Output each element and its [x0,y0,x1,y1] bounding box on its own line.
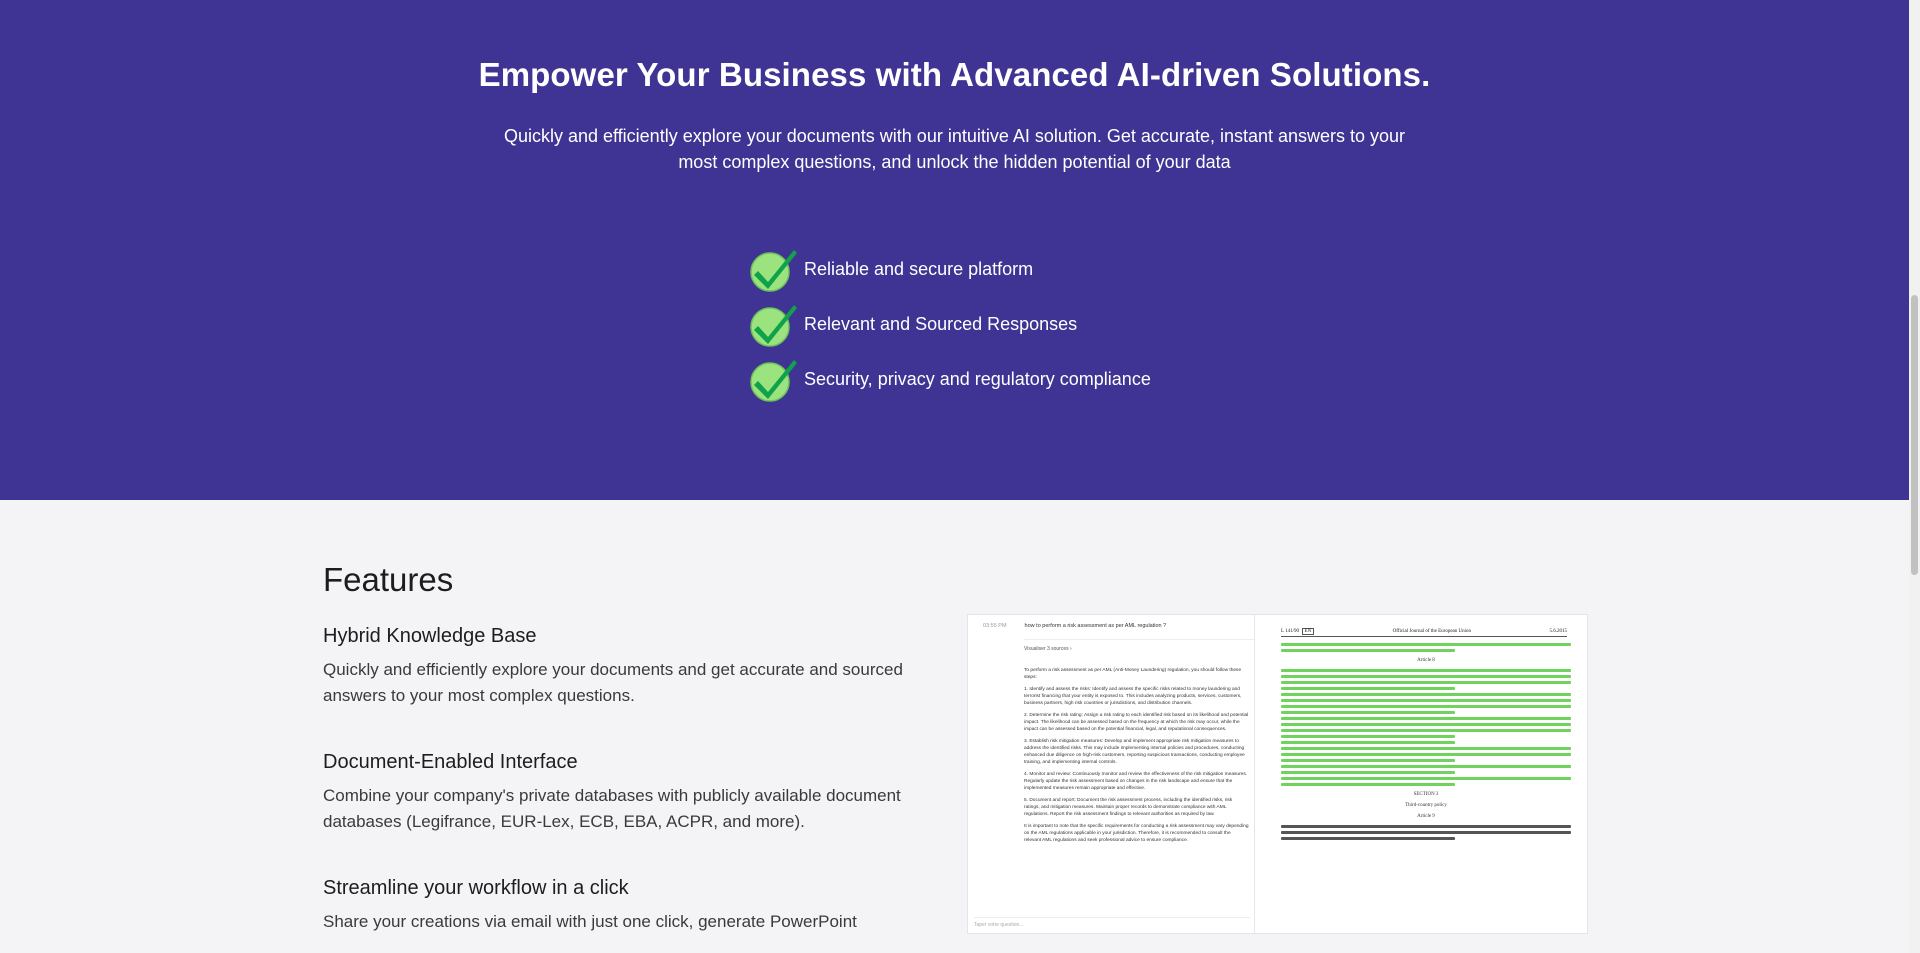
scrollbar-thumb[interactable] [1911,295,1918,575]
hero-title: Empower Your Business with Advanced AI-d… [478,56,1431,93]
benefit-label: Relevant and Sourced Responses [804,314,1078,334]
check-icon [750,304,797,347]
feature-description: Combine your company's private databases… [323,786,901,831]
document-line [1281,681,1571,684]
feature-title: Hybrid Knowledge Base [323,625,537,647]
document-journal: Official Journal of the European Union [1392,629,1472,634]
feature-list: Hybrid Knowledge Base Quickly and effici… [323,625,933,953]
feature-description: Quickly and efficiently explore your doc… [323,660,903,705]
chat-answer: To perform a risk assessment as per AML … [1024,667,1249,849]
document-line [1281,711,1455,714]
document-line [1281,675,1571,678]
benefit-item: Reliable and secure platform [748,242,1151,297]
document-text: Article 8 SECTION 3 Third-country policy Ar… [1281,643,1571,843]
document-line [1281,771,1455,774]
document-heading: SECTION 3 [1413,792,1439,797]
document-heading: Article 9 [1417,814,1435,819]
document-line [1281,747,1571,750]
chat-input: Taper votre question... [974,917,1250,931]
hero-section: Empower Your Business with Advanced AI-d… [0,0,1909,500]
document-line [1281,687,1455,690]
answer-paragraph: To perform a risk assessment as per AML … [1024,668,1242,680]
sources-toggle: Visualiser 3 sources › [1024,639,1254,652]
benefit-item: Relevant and Sourced Responses [748,297,1151,352]
benefit-item: Security, privacy and regulatory complia… [748,352,1151,407]
document-line [1281,643,1571,646]
chat-question: how to perform a risk assessment as per … [1024,623,1167,629]
document-line [1281,837,1455,840]
features-section: Features Hybrid Knowledge Base Quickly a… [0,500,1909,953]
document-line [1281,825,1571,828]
document-heading: Article 8 [1417,658,1435,663]
feature-item-hybrid-knowledge-base: Hybrid Knowledge Base Quickly and effici… [323,625,933,709]
benefit-list: Reliable and secure platform Relevant and… [748,242,1151,407]
document-line [1281,741,1455,744]
answer-paragraph: 1. Identify and assess the risks: Identi… [1024,687,1242,706]
document-reference: L 141/90 EN [1281,628,1315,635]
document-header: L 141/90 EN Official Journal of the Euro… [1281,628,1567,637]
hero-subtitle: Quickly and efficiently explore your doc… [503,126,1406,172]
check-icon [750,249,797,292]
document-line [1281,765,1571,768]
chat-question-row: 03:55 PM how to perform a risk assessmen… [968,615,1254,633]
document-line [1281,705,1571,708]
document-line [1281,669,1571,672]
document-line [1281,831,1571,834]
document-line [1281,777,1571,780]
document-line [1281,783,1455,786]
document-line [1281,723,1571,726]
feature-title: Document-Enabled Interface [323,751,578,773]
chevron-right-icon: › [1070,646,1072,652]
document-line [1281,693,1571,696]
benefit-label: Reliable and secure platform [804,259,1034,279]
document-line [1281,753,1571,756]
document-line [1281,699,1571,702]
chat-timestamp: 03:55 PM [983,623,1007,629]
answer-paragraph: 4. Monitor and review: Continuously moni… [1024,772,1248,791]
benefit-label: Security, privacy and regulatory complia… [804,369,1151,389]
feature-item-streamline-workflow: Streamline your workflow in a click Shar… [323,877,933,935]
document-line [1281,759,1455,762]
document-date: 5.6.2015 [1549,629,1567,634]
answer-paragraph: It is important to note that the specifi… [1024,824,1249,843]
page-scrollbar[interactable] [1909,0,1920,953]
feature-item-document-enabled-interface: Document-Enabled Interface Combine your … [323,751,933,835]
document-heading: Third-country policy [1405,803,1447,808]
document-line [1281,735,1455,738]
product-preview-image: 03:55 PM how to perform a risk assessmen… [967,614,1588,934]
answer-paragraph: 5. Document and report: Document the ris… [1024,798,1233,817]
document-line [1281,717,1571,720]
features-title: Features [323,561,454,598]
sources-toggle-label: Visualiser 3 sources [1024,646,1069,652]
document-viewer: L 141/90 EN Official Journal of the Euro… [1259,615,1587,933]
answer-paragraph: 2. Determine the risk rating: Assign a r… [1024,713,1249,732]
check-icon [750,359,797,402]
answer-paragraph: 3. Establish risk mitigation measures: D… [1024,739,1245,765]
document-line [1281,649,1455,652]
feature-title: Streamline your workflow in a click [323,877,629,899]
document-line [1281,729,1571,732]
feature-description: Share your creations via email with just… [323,912,857,931]
chat-panel: 03:55 PM how to perform a risk assessmen… [968,615,1255,933]
